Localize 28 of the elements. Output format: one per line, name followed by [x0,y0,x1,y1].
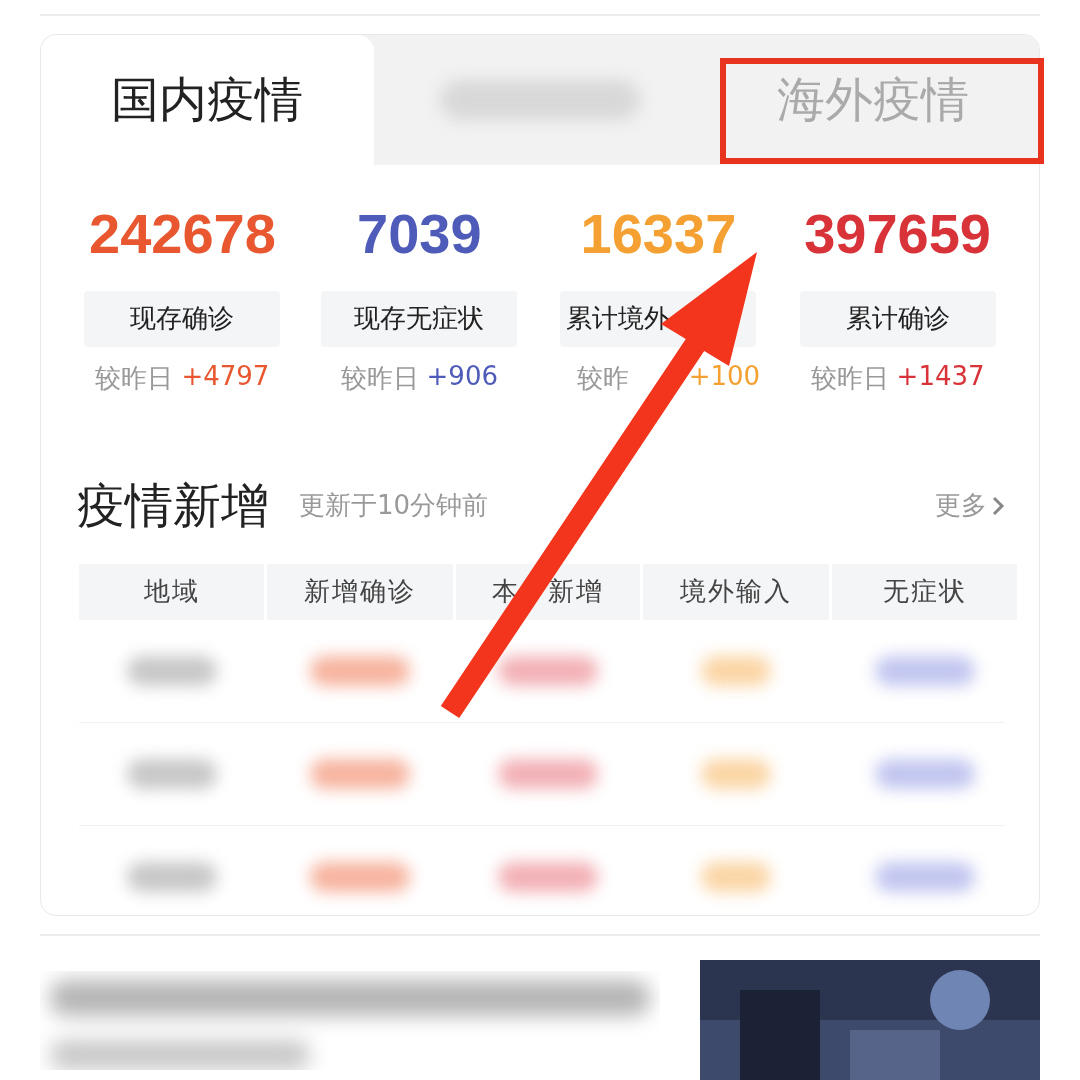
stat-value: 7039 [357,200,482,267]
more-link[interactable]: 更多 [935,488,1005,524]
column-header: 地域 [79,563,264,620]
blurred-text [701,758,771,789]
delta-value: +100 [688,360,761,393]
delta-label: 较昨日 [810,361,889,395]
stat-value: 397659 [804,200,991,267]
tab[interactable]: 国内疫情 [41,34,374,165]
delta-value: +906 [426,360,498,393]
stat-value: 242678 [89,200,276,267]
delta-label: 较昨日 [95,361,174,395]
stat-label: 现存确诊 [84,290,281,347]
delta-value: +1437 [896,360,985,393]
column-header: 境外输入 [643,563,829,620]
stat-label: 累计确诊 [799,290,996,347]
delta-label: 较昨 [576,361,629,395]
column-header: 新增确诊 [267,563,453,620]
blurred-text [701,655,771,686]
update-time: 更新于10分钟前 [299,489,489,523]
stat-label: 现存无症状 [321,290,518,347]
blurred-text [701,861,771,892]
chevron-icon [991,494,1005,517]
tab[interactable]: 海外疫情 [706,34,1039,165]
delta-label: 较昨日 [340,361,419,395]
column-header: 无症状 [832,563,1017,620]
section-title: 疫情新增 [77,475,269,535]
stat-value: 16337 [580,200,737,267]
delta-value: +4797 [181,360,270,393]
